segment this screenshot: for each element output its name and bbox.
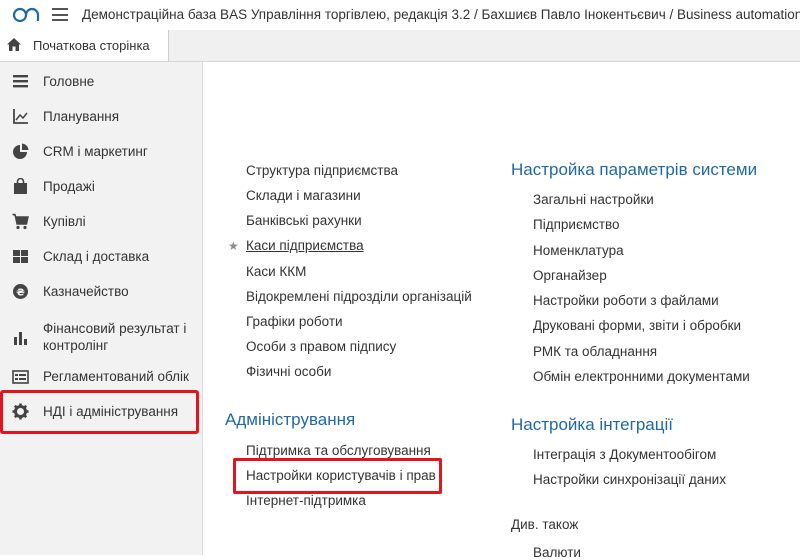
link-work-schedules[interactable]: Графіки роботи bbox=[246, 314, 343, 329]
highlight-box-sidebar bbox=[0, 390, 199, 434]
sidebar-item-purchases[interactable]: Купівлі bbox=[0, 212, 202, 232]
svg-text:₴: ₴ bbox=[16, 288, 25, 299]
sidebar-item-label: Продажі bbox=[43, 179, 95, 194]
grid-icon bbox=[13, 250, 28, 263]
sidebar-item-crm[interactable]: CRM і маркетинг bbox=[0, 142, 202, 162]
cart-icon bbox=[12, 213, 29, 230]
shopping-bag-icon bbox=[14, 178, 27, 194]
link-warehouses-stores[interactable]: Склади і магазини bbox=[246, 188, 361, 203]
link-data-sync-settings[interactable]: Настройки синхронізації даних bbox=[533, 472, 726, 487]
section-title-system-parameters: Настройка параметрів системи bbox=[511, 160, 758, 179]
sidebar-item-label: Казначейство bbox=[43, 284, 129, 299]
ledger-icon bbox=[12, 370, 29, 384]
link-file-settings[interactable]: Настройки роботи з файлами bbox=[533, 293, 719, 308]
pie-chart-icon bbox=[13, 143, 29, 159]
highlight-box-user-settings bbox=[233, 458, 442, 494]
coin-icon: ₴ bbox=[13, 284, 28, 299]
tab-bar: Початкова сторінка bbox=[0, 30, 800, 62]
link-separate-divisions[interactable]: Відокремлені підрозділи організацій bbox=[246, 289, 472, 304]
link-support-maintenance[interactable]: Підтримка та обслуговування bbox=[246, 443, 431, 458]
app-logo-icon[interactable] bbox=[12, 6, 40, 24]
sidebar-item-label: Головне bbox=[43, 74, 95, 89]
sidebar-item-planning[interactable]: Планування bbox=[0, 107, 202, 127]
chart-axis-icon bbox=[13, 109, 28, 124]
sidebar-item-label: Планування bbox=[43, 109, 120, 124]
link-print-forms[interactable]: Друковані форми, звіти і обробки bbox=[533, 318, 741, 333]
link-currencies[interactable]: Валюти bbox=[533, 545, 581, 560]
link-bank-accounts[interactable]: Банківські рахунки bbox=[246, 213, 362, 228]
link-organizer[interactable]: Органайзер bbox=[533, 268, 607, 283]
sidebar-item-label: Регламентований облік bbox=[43, 369, 189, 384]
link-enterprise[interactable]: Підприємство bbox=[533, 217, 620, 232]
link-internet-support[interactable]: Інтернет-підтримка bbox=[246, 493, 366, 508]
link-cash-desks[interactable]: Каси підприємства bbox=[246, 238, 364, 253]
sidebar-item-financial-result[interactable]: Фінансовий результат і контролінг bbox=[0, 318, 202, 358]
sidebar-item-label: Склад і доставка bbox=[43, 249, 150, 264]
link-enterprise-structure[interactable]: Структура підприємства bbox=[246, 163, 398, 178]
favorite-star-icon[interactable]: ★ bbox=[228, 239, 239, 253]
sidebar-item-treasury[interactable]: ₴ Казначейство bbox=[0, 282, 202, 302]
link-nomenclature[interactable]: Номенклатура bbox=[533, 243, 624, 258]
section-title-integration: Настройка інтеграції bbox=[511, 415, 673, 434]
sidebar-item-sales[interactable]: Продажі bbox=[0, 177, 202, 197]
home-icon bbox=[7, 38, 21, 51]
sidebar-item-main[interactable]: Головне bbox=[0, 72, 202, 92]
link-pos-equipment[interactable]: РМК та обладнання bbox=[533, 344, 657, 359]
list-icon bbox=[13, 75, 28, 88]
menu-icon[interactable] bbox=[52, 8, 68, 21]
sidebar-item-label: CRM і маркетинг bbox=[43, 144, 148, 159]
tab-label: Початкова сторінка bbox=[33, 38, 150, 53]
link-general-settings[interactable]: Загальні настройки bbox=[533, 192, 654, 207]
link-document-flow-integration[interactable]: Інтеграція з Документообігом bbox=[533, 447, 716, 462]
sidebar-item-accounting[interactable]: Регламентований облік bbox=[0, 367, 202, 387]
window-title: Демонстраційна база BAS Управління торгі… bbox=[82, 7, 800, 22]
link-individuals[interactable]: Фізичні особи bbox=[246, 364, 331, 379]
tab-home[interactable]: Початкова сторінка bbox=[0, 30, 169, 61]
sidebar-item-label: Купівлі bbox=[43, 214, 86, 229]
sidebar-item-warehouse[interactable]: Склад і доставка bbox=[0, 247, 202, 267]
link-edi-exchange[interactable]: Обмін електронними документами bbox=[533, 369, 750, 384]
see-also-title: Див. також bbox=[511, 517, 579, 532]
bar-chart-icon bbox=[14, 332, 27, 345]
link-kkm-cash-desks[interactable]: Каси ККМ bbox=[246, 264, 306, 279]
sidebar-item-label: Фінансовий результат і контролінг bbox=[43, 321, 187, 353]
sidebar: Головне Планування CRM і маркетинг Прода… bbox=[0, 62, 203, 555]
top-bar: Демонстраційна база BAS Управління торгі… bbox=[0, 0, 800, 31]
section-title-administration: Адміністрування bbox=[225, 410, 356, 429]
link-signatories[interactable]: Особи з правом підпису bbox=[246, 339, 396, 354]
